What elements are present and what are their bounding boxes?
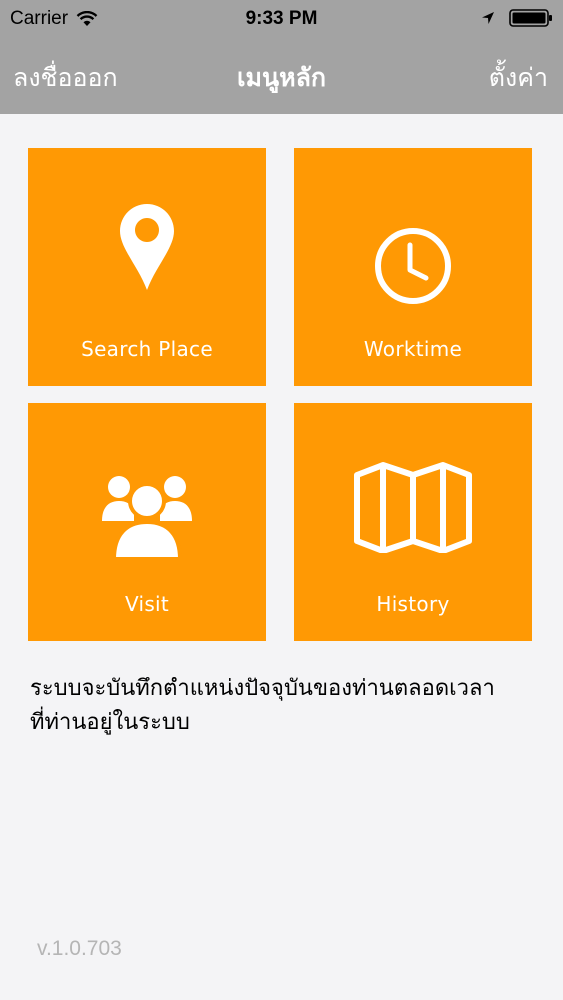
status-right — [481, 8, 553, 28]
worktime-tile[interactable]: Worktime — [294, 148, 532, 386]
location-arrow-icon — [482, 12, 494, 24]
folded-map-icon — [354, 462, 472, 553]
battery-icon — [509, 9, 552, 27]
visit-tile[interactable]: Visit — [28, 403, 266, 641]
status-time: 9:33 PM — [245, 8, 318, 29]
worktime-label: Worktime — [363, 337, 463, 361]
page-title: เมนูหลัก — [236, 63, 327, 92]
history-tile[interactable]: History — [294, 403, 532, 641]
version-label: v.1.0.703 — [37, 937, 122, 960]
settings-button[interactable]: ตั้งค่า — [489, 58, 548, 98]
nav-bar: ลงชื่อออก เมนูหลัก ตั้งค่า — [0, 40, 563, 114]
clock-icon — [375, 228, 451, 304]
search-place-label: Search Place — [81, 337, 213, 361]
header: Carrier 9:33 PM ลงชื่อออก เมนูหลัก ตั้งค… — [0, 0, 563, 114]
history-label: History — [376, 592, 450, 616]
visit-label: Visit — [124, 592, 170, 616]
info-line-2: ที่ท่านอยู่ในระบบ — [30, 710, 190, 735]
info-line-1: ระบบจะบันทึกตำแหน่งปัจจุบันของท่านตลอดเว… — [30, 676, 495, 701]
people-icon — [102, 476, 192, 561]
info-text: ระบบจะบันทึกตำแหน่งปัจจุบันของท่านตลอดเว… — [30, 672, 540, 740]
status-bar: Carrier 9:33 PM — [0, 0, 563, 38]
search-place-tile[interactable]: Search Place — [28, 148, 266, 386]
map-pin-icon — [120, 204, 174, 290]
